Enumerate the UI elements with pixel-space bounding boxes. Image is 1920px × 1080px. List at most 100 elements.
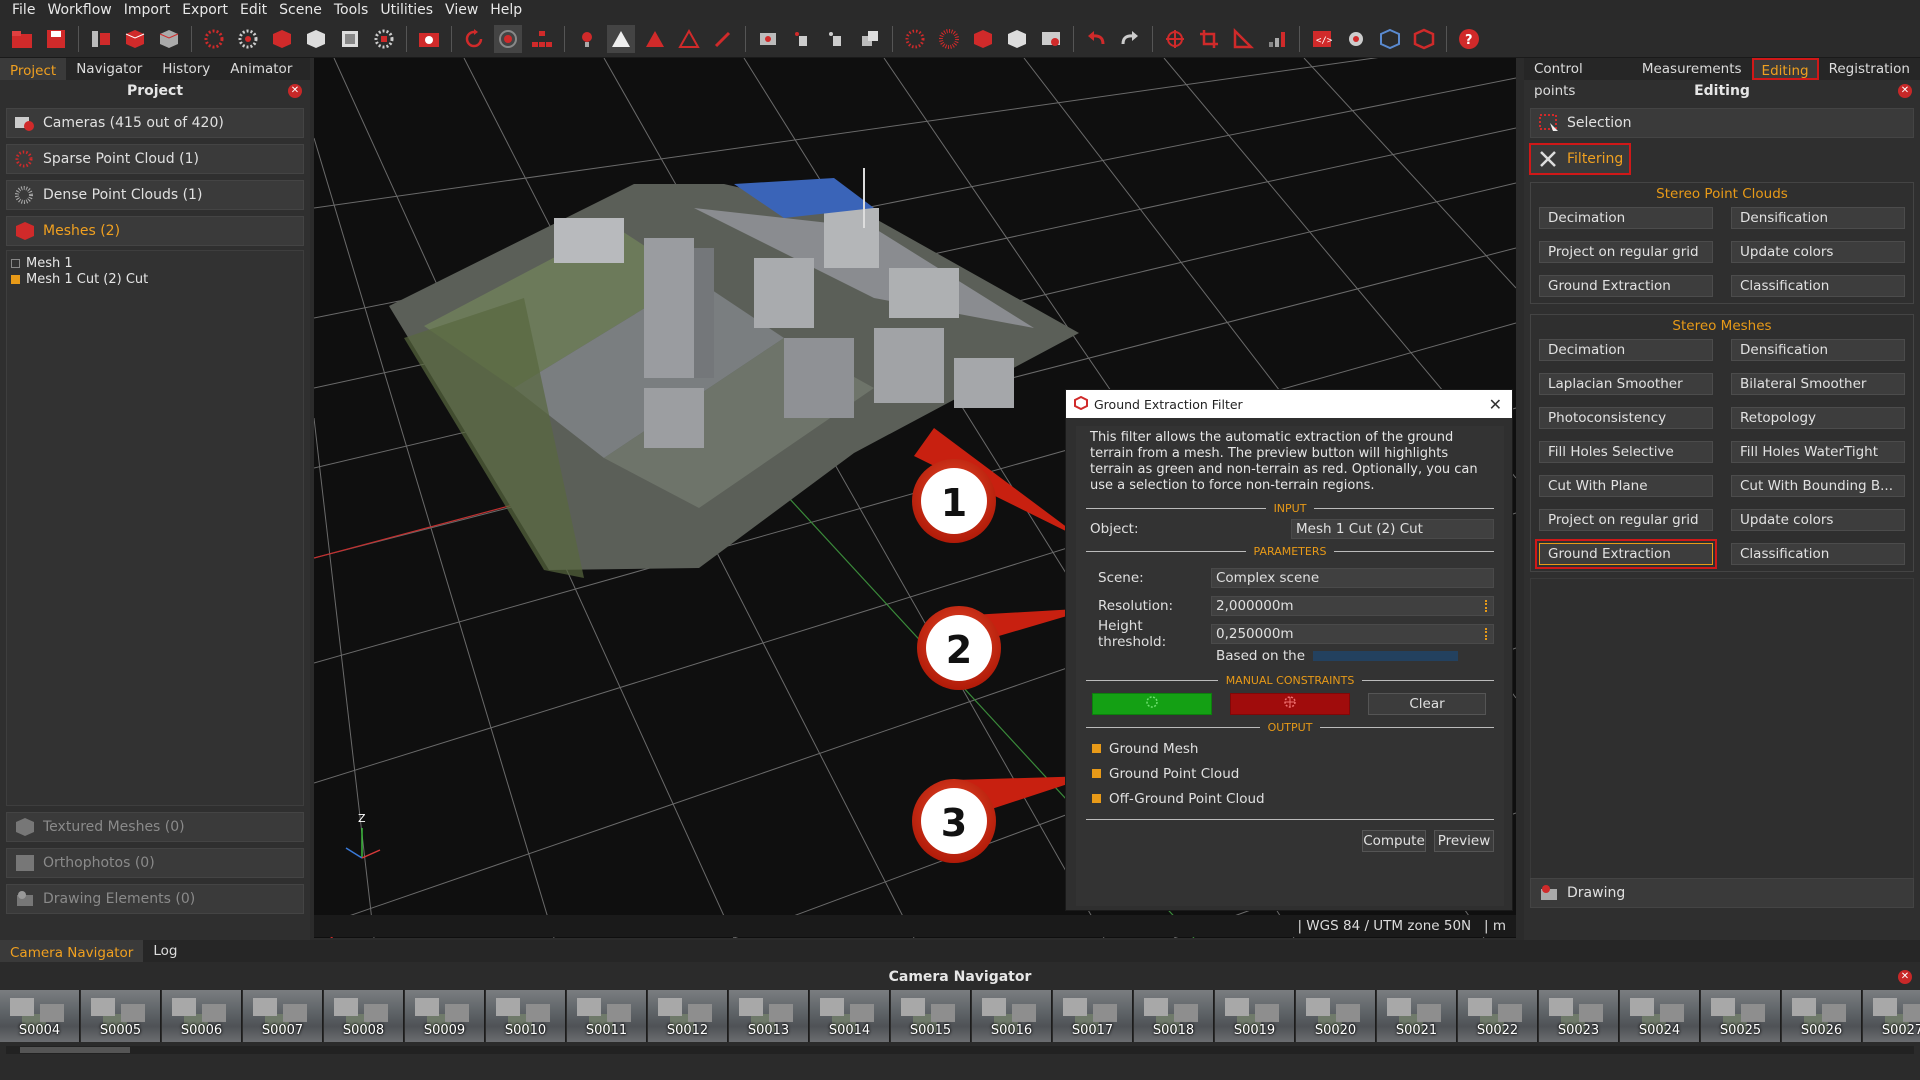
close-icon[interactable]: ✕: [1898, 84, 1912, 98]
tab-navigator[interactable]: Navigator: [66, 58, 152, 80]
camera-thumbnail[interactable]: S0014: [810, 990, 890, 1042]
help-icon[interactable]: ?: [1455, 25, 1483, 53]
camera-thumbnail[interactable]: S0004: [0, 990, 80, 1042]
workflow-icon[interactable]: [87, 25, 115, 53]
sphere-dots-2-icon[interactable]: [935, 25, 963, 53]
light-icon[interactable]: [573, 25, 601, 53]
rotate-icon[interactable]: [460, 25, 488, 53]
box-white-icon[interactable]: [1003, 25, 1031, 53]
code-icon[interactable]: </>: [1308, 25, 1336, 53]
screen-icon[interactable]: [1037, 25, 1065, 53]
box-red-icon[interactable]: [969, 25, 997, 53]
retopology-button[interactable]: Retopology: [1731, 407, 1905, 429]
camera-thumbnail[interactable]: S0007: [243, 990, 323, 1042]
menu-help[interactable]: Help: [484, 2, 528, 18]
point-tool-icon[interactable]: [788, 25, 816, 53]
output-checkbox[interactable]: [1092, 794, 1101, 803]
mesh-item[interactable]: Mesh 1 Cut (2) Cut: [11, 271, 299, 287]
tab-editing[interactable]: Editing: [1751, 58, 1819, 80]
tab-measurements[interactable]: Measurements: [1632, 58, 1752, 80]
camera-thumbnail[interactable]: S0015: [891, 990, 971, 1042]
camera-thumbnail[interactable]: S0025: [1701, 990, 1781, 1042]
brush-icon[interactable]: [709, 25, 737, 53]
triangle-filled-icon[interactable]: [607, 24, 635, 53]
menu-scene[interactable]: Scene: [273, 2, 328, 18]
camera-thumbnail[interactable]: S0005: [81, 990, 161, 1042]
close-icon[interactable]: ✕: [288, 84, 302, 98]
tab-project[interactable]: Project: [0, 58, 67, 80]
camera-thumbnail[interactable]: S0023: [1539, 990, 1619, 1042]
camera-thumbnail[interactable]: S0020: [1296, 990, 1376, 1042]
dense-cloud-section[interactable]: Dense Point Clouds (1): [6, 180, 304, 210]
camera-thumbnail[interactable]: S0012: [648, 990, 728, 1042]
meshes-section[interactable]: Meshes (2): [6, 216, 304, 246]
fill-holes-selective-button[interactable]: Fill Holes Selective: [1539, 441, 1713, 463]
ortho-icon[interactable]: [336, 25, 364, 53]
mesh-ground-extraction-button[interactable]: Ground Extraction: [1535, 539, 1717, 569]
laplacian-smoother-button[interactable]: Laplacian Smoother: [1539, 373, 1713, 395]
textured-meshes-section[interactable]: Textured Meshes (0): [6, 812, 304, 842]
mesh-item[interactable]: Mesh 1: [11, 255, 299, 271]
camera-thumbnail[interactable]: S0009: [405, 990, 485, 1042]
camera-thumbnail[interactable]: S0010: [486, 990, 566, 1042]
brand-logo-icon[interactable]: [1410, 25, 1438, 53]
fill-holes-watertight-button[interactable]: Fill Holes WaterTight: [1731, 441, 1905, 463]
camera-tool-icon[interactable]: [754, 25, 782, 53]
camera-thumbnail[interactable]: S0022: [1458, 990, 1538, 1042]
mesh-decimation-button[interactable]: Decimation: [1539, 339, 1713, 361]
camera-thumbnail[interactable]: S0024: [1620, 990, 1700, 1042]
pc-project-grid-button[interactable]: Project on regular grid: [1539, 241, 1713, 263]
orthophotos-section[interactable]: Orthophotos (0): [6, 848, 304, 878]
cut-with-bounding-box-button[interactable]: Cut With Bounding B...: [1731, 475, 1905, 497]
combine-icon[interactable]: [856, 25, 884, 53]
wireframe-icon[interactable]: [675, 25, 703, 53]
dense-cloud-icon[interactable]: [234, 25, 262, 53]
camera-thumbnail[interactable]: S0013: [729, 990, 809, 1042]
visibility-checkbox[interactable]: [11, 258, 20, 268]
mesh-project-grid-button[interactable]: Project on regular grid: [1539, 509, 1713, 531]
height-threshold-spinbox[interactable]: 0,250000m: [1211, 624, 1494, 644]
camera-thumbnail[interactable]: S0021: [1377, 990, 1457, 1042]
camera-thumbnail[interactable]: S0008: [324, 990, 404, 1042]
sparse-cloud-icon[interactable]: [200, 25, 228, 53]
open-project-icon[interactable]: [8, 25, 36, 53]
menu-tools[interactable]: Tools: [328, 2, 375, 18]
pc-decimation-button[interactable]: Decimation: [1539, 207, 1713, 229]
dem-icon[interactable]: [370, 25, 398, 53]
tab-camera-navigator[interactable]: Camera Navigator: [0, 940, 144, 962]
redo-icon[interactable]: [1116, 25, 1144, 53]
mesh-update-colors-button[interactable]: Update colors: [1731, 509, 1905, 531]
output-checkbox[interactable]: [1092, 769, 1101, 778]
pc-update-colors-button[interactable]: Update colors: [1731, 241, 1905, 263]
cameras-section[interactable]: Cameras (415 out of 420): [6, 108, 304, 138]
object-select[interactable]: Mesh 1 Cut (2) Cut: [1291, 519, 1494, 539]
menu-file[interactable]: File: [6, 2, 41, 18]
resolution-spinbox[interactable]: 2,000000m: [1211, 596, 1494, 616]
photoconsistency-button[interactable]: Photoconsistency: [1539, 407, 1713, 429]
close-icon[interactable]: ✕: [1489, 395, 1502, 414]
tab-control-points[interactable]: Control points: [1524, 58, 1632, 99]
menu-edit[interactable]: Edit: [234, 2, 273, 18]
camera-thumbnail[interactable]: S0017: [1053, 990, 1133, 1042]
menu-import[interactable]: Import: [118, 2, 176, 18]
mark-non-ground-button[interactable]: [1230, 693, 1350, 715]
close-icon[interactable]: ✕: [1898, 970, 1912, 984]
orbit-icon[interactable]: [494, 24, 522, 53]
camera-thumbnail[interactable]: S0016: [972, 990, 1052, 1042]
output-option[interactable]: Off-Ground Point Cloud: [1086, 786, 1494, 811]
bilateral-smoother-button[interactable]: Bilateral Smoother: [1731, 373, 1905, 395]
cube-red-icon[interactable]: [121, 25, 149, 53]
selection-section[interactable]: Selection: [1530, 108, 1914, 138]
tab-registration[interactable]: Registration: [1819, 58, 1920, 80]
gizmo-icon[interactable]: [1161, 25, 1189, 53]
visibility-checkbox[interactable]: [11, 274, 20, 284]
camera-thumbnail[interactable]: S0006: [162, 990, 242, 1042]
hierarchy-icon[interactable]: [528, 25, 556, 53]
pc-classification-button[interactable]: Classification: [1731, 275, 1905, 297]
scrollbar-thumb[interactable]: [20, 1047, 130, 1053]
camera-thumbnail[interactable]: S0019: [1215, 990, 1295, 1042]
menu-view[interactable]: View: [439, 2, 484, 18]
tab-history[interactable]: History: [152, 58, 220, 80]
reference-link[interactable]: [1313, 651, 1459, 661]
tab-log[interactable]: Log: [143, 940, 187, 962]
